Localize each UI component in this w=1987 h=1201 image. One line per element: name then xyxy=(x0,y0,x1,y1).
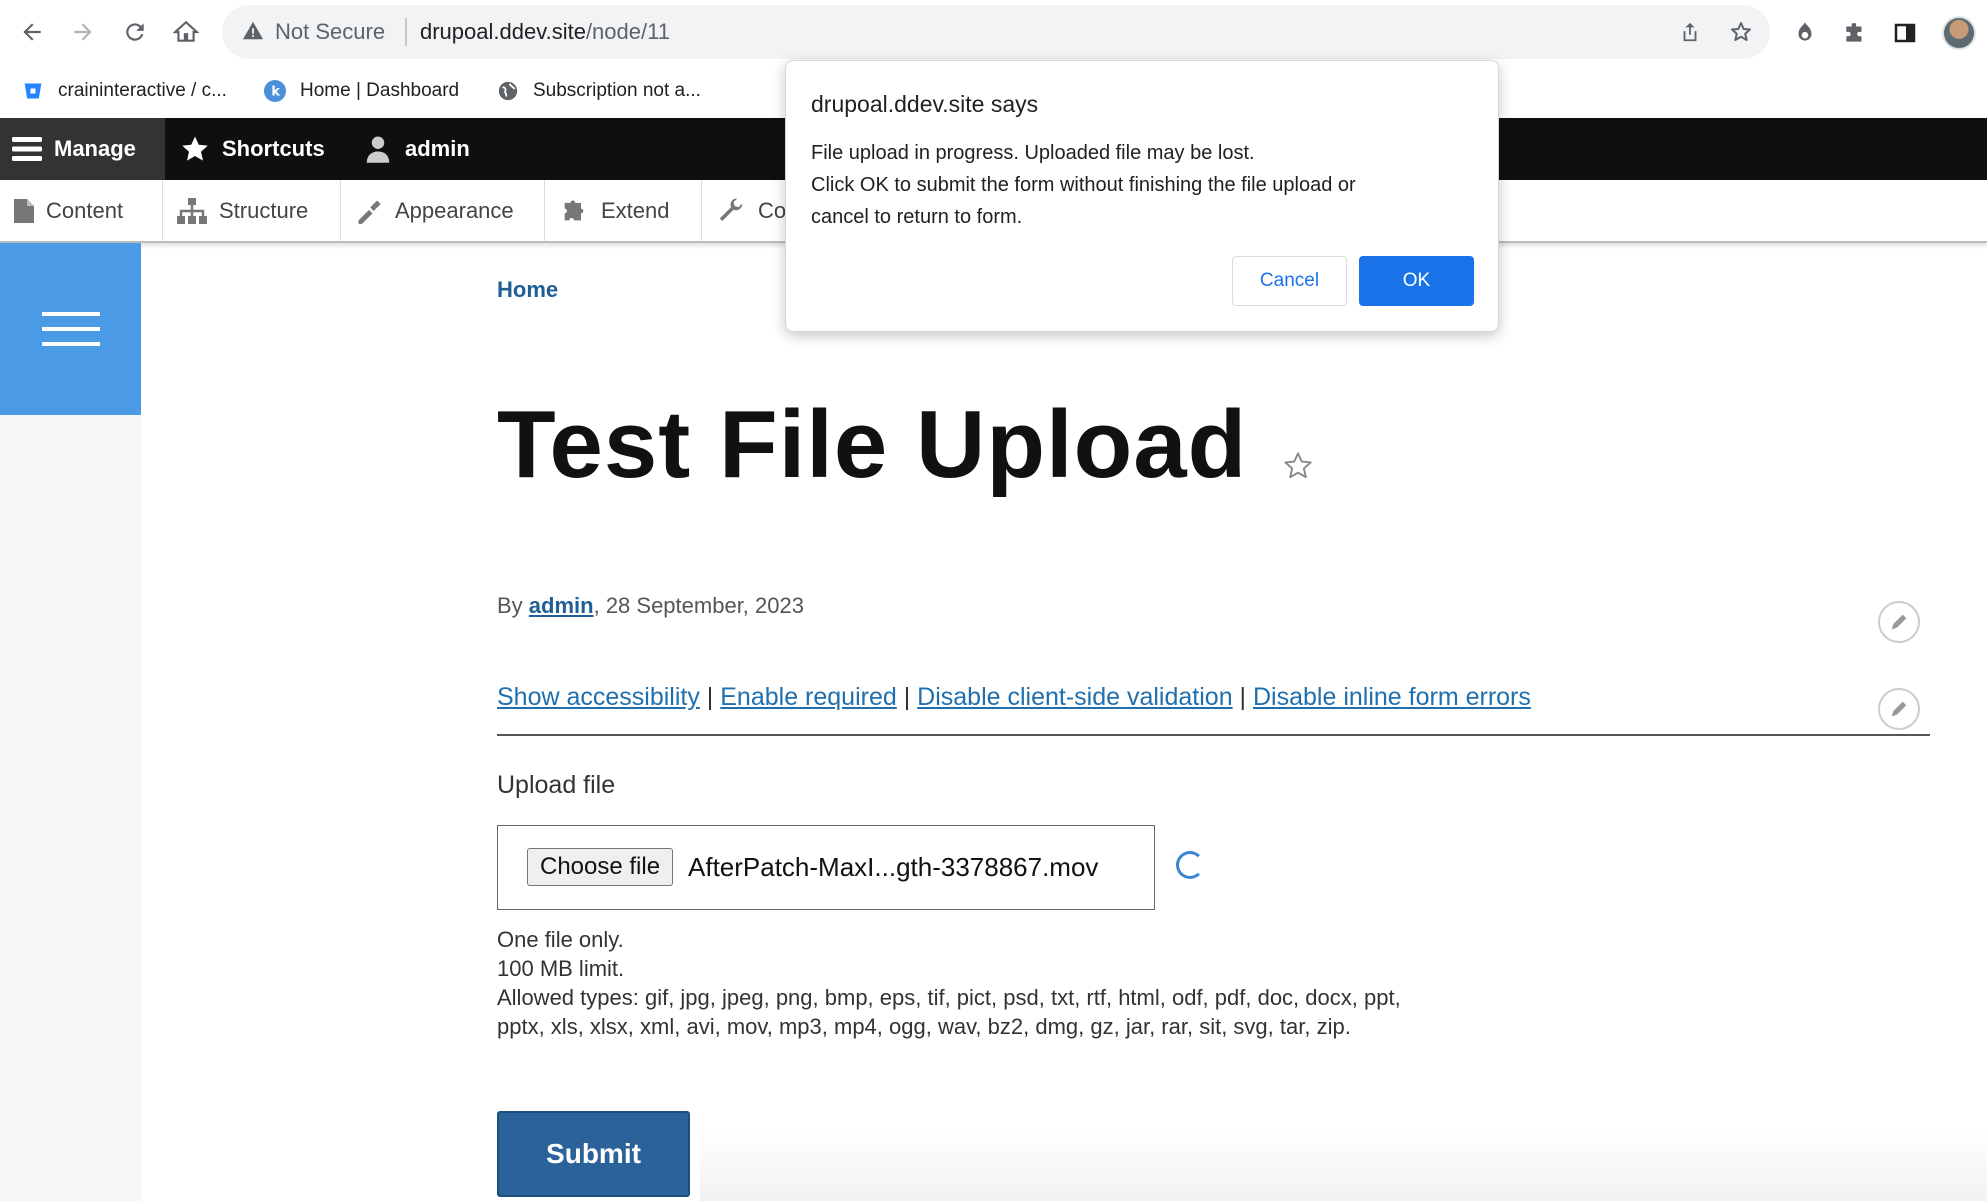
author-link[interactable]: admin xyxy=(529,593,594,618)
tray-label: Content xyxy=(46,197,124,223)
divider xyxy=(497,734,1930,736)
home-icon xyxy=(173,20,199,42)
url-text[interactable]: drupoal.ddev.site/node/11 xyxy=(420,19,670,45)
tray-item-appearance[interactable]: Appearance xyxy=(341,180,545,241)
document-icon xyxy=(14,198,34,223)
bitbucket-icon xyxy=(22,80,44,102)
form-options-links: Show accessibility | Enable required | D… xyxy=(497,683,1531,712)
user-label: admin xyxy=(405,136,470,161)
tray-item-content[interactable]: Content xyxy=(0,180,163,241)
dialog-ok-button[interactable]: OK xyxy=(1359,256,1474,306)
globe-icon xyxy=(497,80,519,102)
dialog-message: File upload in progress. Uploaded file m… xyxy=(811,137,1471,233)
dialog-title: drupoal.ddev.site says xyxy=(811,91,1039,117)
upload-progress-spinner xyxy=(1176,851,1204,879)
bottom-shade xyxy=(700,1130,1987,1201)
tray-label: Structure xyxy=(219,197,309,223)
back-arrow-icon xyxy=(23,23,41,41)
profile-avatar[interactable] xyxy=(1942,16,1976,50)
url-host: drupoal.ddev.site xyxy=(420,19,586,44)
bookmark-item[interactable]: craininteractive / c... xyxy=(22,76,227,106)
enable-required-link[interactable]: Enable required xyxy=(720,683,897,711)
left-sidebar xyxy=(0,243,141,1201)
warning-icon xyxy=(242,20,264,47)
forward-arrow-icon xyxy=(74,23,92,41)
manage-label: Manage xyxy=(54,136,136,161)
submit-button[interactable]: Submit xyxy=(497,1111,690,1197)
link-separator: | xyxy=(1232,683,1253,711)
file-upload-field[interactable]: Choose file AfterPatch-MaxI...gth-337886… xyxy=(497,825,1155,910)
menu-icon xyxy=(41,312,100,346)
star-icon xyxy=(182,136,208,161)
upload-file-label: Upload file xyxy=(497,771,616,799)
wrench-icon xyxy=(719,197,743,221)
security-label[interactable]: Not Secure xyxy=(275,19,385,45)
link-separator: | xyxy=(699,683,721,711)
share-icon[interactable] xyxy=(1677,19,1703,45)
tray-label: Co xyxy=(758,197,787,223)
bookmark-label: craininteractive / c... xyxy=(58,80,227,101)
show-accessibility-link[interactable]: Show accessibility xyxy=(497,683,700,711)
user-tab[interactable]: admin xyxy=(363,118,470,180)
k-logo-icon: k xyxy=(264,80,286,102)
confirm-dialog: drupoal.ddev.site says File upload in pr… xyxy=(785,60,1499,332)
bookmark-item[interactable]: Subscription not a... xyxy=(497,76,701,106)
help-line: Allowed types: gif, jpg, jpeg, png, bmp,… xyxy=(497,985,1401,1039)
bookmark-label: Home | Dashboard xyxy=(300,80,460,101)
browser-toolbar: Not Secure drupoal.ddev.site/node/11 xyxy=(0,0,1987,66)
manage-tab[interactable]: Manage xyxy=(0,118,165,180)
byline: By admin, 28 September, 2023 xyxy=(497,593,804,619)
help-line: 100 MB limit. xyxy=(497,956,625,981)
shortcuts-tab[interactable]: Shortcuts xyxy=(180,118,325,180)
hamburger-icon xyxy=(12,137,42,161)
reload-button[interactable] xyxy=(115,12,155,52)
link-separator: | xyxy=(896,683,918,711)
side-panel-icon[interactable] xyxy=(1890,18,1920,48)
sitemap-icon xyxy=(177,197,207,224)
disable-inline-errors-link[interactable]: Disable inline form errors xyxy=(1253,683,1531,711)
forward-button[interactable] xyxy=(63,12,103,52)
shortcuts-label: Shortcuts xyxy=(222,136,325,161)
upload-help-text: One file only. 100 MB limit. Allowed typ… xyxy=(497,925,1427,1041)
back-button[interactable] xyxy=(12,12,52,52)
tray-label: Appearance xyxy=(395,197,514,223)
bookmark-item[interactable]: k Home | Dashboard xyxy=(264,76,459,106)
puzzle-extensions-icon[interactable] xyxy=(1840,18,1870,48)
url-path: /node/11 xyxy=(585,19,670,44)
omnibox-divider xyxy=(405,18,407,46)
dialog-message-line: Click OK to submit the form without fini… xyxy=(811,174,1356,196)
user-icon xyxy=(366,136,390,163)
disable-client-validation-link[interactable]: Disable client-side validation xyxy=(917,683,1232,711)
dialog-cancel-button[interactable]: Cancel xyxy=(1232,256,1347,306)
reload-icon xyxy=(126,23,144,41)
tray-item-structure[interactable]: Structure xyxy=(163,180,341,241)
shortcut-star-icon[interactable] xyxy=(1282,450,1314,487)
address-bar[interactable]: Not Secure drupoal.ddev.site/node/11 xyxy=(222,5,1770,59)
pencil-icon xyxy=(1891,701,1907,717)
post-date: , 28 September, 2023 xyxy=(593,593,804,618)
by-prefix: By xyxy=(497,593,529,618)
pencil-icon xyxy=(1891,614,1907,630)
breadcrumb-home[interactable]: Home xyxy=(497,277,558,303)
page-title: Test File Upload xyxy=(497,391,1248,498)
svg-text:k: k xyxy=(271,85,280,100)
puzzle-icon xyxy=(564,200,584,220)
contextual-edit-button[interactable] xyxy=(1878,601,1920,643)
selected-file-name: AfterPatch-MaxI...gth-3378867.mov xyxy=(688,852,1099,882)
tray-label: Extend xyxy=(601,197,670,223)
choose-file-button[interactable]: Choose file xyxy=(527,848,674,886)
dialog-message-line: cancel to return to form. xyxy=(811,206,1023,228)
contextual-edit-button[interactable] xyxy=(1878,688,1920,730)
bookmark-label: Subscription not a... xyxy=(533,80,701,101)
help-line: One file only. xyxy=(497,927,624,952)
tray-item-extend[interactable]: Extend xyxy=(545,180,702,241)
home-button[interactable] xyxy=(166,12,206,52)
paintbrush-icon xyxy=(358,200,381,224)
drupal-extension-icon[interactable] xyxy=(1790,18,1820,48)
bookmark-star-icon[interactable] xyxy=(1728,19,1754,45)
dialog-message-line: File upload in progress. Uploaded file m… xyxy=(811,142,1255,164)
mobile-menu-button[interactable] xyxy=(0,243,141,415)
